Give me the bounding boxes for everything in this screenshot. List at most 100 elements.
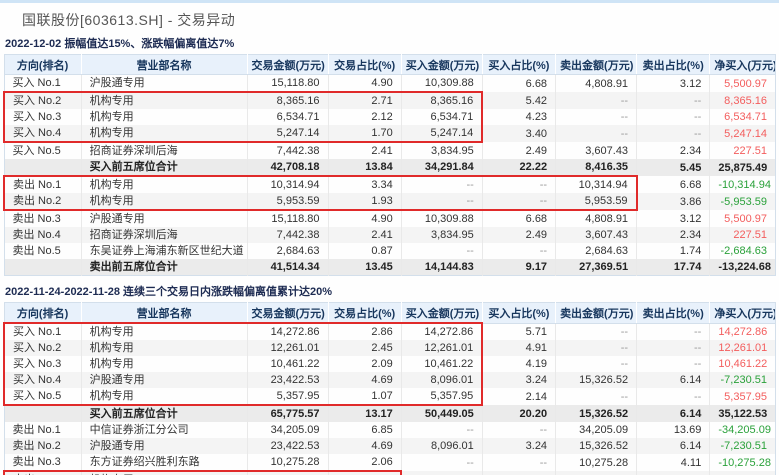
subtotal-row: 买入前五席位合计65,775.5713.1750,449.0520.2015,3… [4, 405, 776, 422]
value-cell: 3.24 [482, 372, 555, 388]
value-cell: 14,272.86 [247, 323, 328, 340]
value-cell: 3.12 [637, 75, 710, 93]
value-cell: 9.17 [482, 259, 555, 276]
value-cell: 65,775.57 [247, 405, 328, 422]
value-cell: 3.86 [637, 193, 710, 210]
value-cell: 2.45 [328, 340, 401, 356]
table-row: 买入 No.5机构专用5,357.951.075,357.952.14----5… [4, 388, 776, 405]
value-cell: -- [637, 388, 710, 405]
section-block: 2022-12-02 振幅值达15%、涨跌幅偏离值达7% 方向(排名)营业部名称… [3, 35, 776, 276]
value-cell: 10,314.94 [556, 176, 637, 193]
value-cell: 2.71 [328, 92, 401, 109]
value-cell: -- [637, 109, 710, 125]
value-cell: -- [637, 125, 710, 142]
value-cell: 10,314.94 [247, 176, 328, 193]
value-cell: -- [482, 471, 555, 475]
table-row: 卖出 No.4招商证券深圳后海7,442.382.413,834.952.493… [4, 227, 776, 243]
column-header: 卖出金额(万元) [556, 303, 637, 324]
value-cell: -- [482, 193, 555, 210]
net-cell: -5,953.59 [710, 193, 776, 210]
value-cell: -- [401, 422, 482, 438]
value-cell: 2.49 [482, 142, 555, 159]
value-cell: -- [482, 176, 555, 193]
value-cell: 2,684.63 [556, 243, 637, 259]
value-cell: 4.90 [328, 75, 401, 93]
column-header: 交易金额(万元) [247, 55, 328, 75]
value-cell: -- [482, 454, 555, 471]
direction-cell [4, 405, 81, 422]
value-cell: 4.23 [482, 109, 555, 125]
column-header: 卖出金额(万元) [556, 55, 637, 75]
direction-cell: 卖出 No.4 [4, 471, 81, 475]
direction-cell: 卖出 No.4 [4, 227, 81, 243]
value-cell: 8,096.01 [401, 372, 482, 388]
branch-cell: 机构专用 [81, 471, 247, 475]
value-cell: 3,607.43 [556, 142, 637, 159]
value-cell: 50,449.05 [401, 405, 482, 422]
value-cell: 5,357.95 [247, 388, 328, 405]
value-cell: 3.40 [482, 125, 555, 142]
value-cell: 3,607.43 [556, 227, 637, 243]
net-cell: -2,684.63 [710, 243, 776, 259]
value-cell: 27,369.51 [556, 259, 637, 276]
table-row: 买入 No.4沪股通专用23,422.534.698,096.013.2415,… [4, 372, 776, 388]
value-cell: 2.86 [328, 323, 401, 340]
value-cell: 0.87 [328, 243, 401, 259]
value-cell: 15,118.80 [247, 75, 328, 93]
value-cell: 5,357.95 [401, 388, 482, 405]
value-cell: 10,461.22 [247, 356, 328, 372]
direction-cell: 买入 No.1 [4, 75, 81, 93]
column-header: 净买入(万元) [710, 303, 776, 324]
value-cell: -- [556, 388, 637, 405]
value-cell: 4.69 [328, 438, 401, 454]
branch-cell: 机构专用 [81, 109, 247, 125]
branch-cell: 卖出前五席位合计 [81, 259, 247, 276]
direction-cell: 卖出 No.5 [4, 243, 81, 259]
value-cell: -- [556, 109, 637, 125]
table-header-row: 方向(排名)营业部名称交易金额(万元)交易占比(%)买入金额(万元)买入占比(%… [4, 55, 776, 75]
net-cell: 12,261.01 [710, 340, 776, 356]
value-cell: 4,808.91 [556, 210, 637, 227]
direction-cell: 卖出 No.1 [4, 422, 81, 438]
value-cell: 4.69 [328, 372, 401, 388]
table-row: 卖出 No.1机构专用10,314.943.34----10,314.946.6… [4, 176, 776, 193]
net-cell: 35,122.53 [710, 405, 776, 422]
column-header: 营业部名称 [81, 303, 247, 324]
value-cell: 2.06 [328, 454, 401, 471]
value-cell: -- [482, 243, 555, 259]
direction-cell: 买入 No.2 [4, 92, 81, 109]
value-cell: 10,461.22 [401, 356, 482, 372]
value-cell: -- [637, 92, 710, 109]
value-cell: -- [556, 340, 637, 356]
branch-cell: 沪股通专用 [81, 210, 247, 227]
value-cell: 6.85 [328, 422, 401, 438]
value-cell: 34,205.09 [247, 422, 328, 438]
value-cell: 7,442.38 [247, 227, 328, 243]
value-cell: 10,309.88 [401, 210, 482, 227]
value-cell: 8,096.01 [401, 438, 482, 454]
value-cell: 5,953.59 [556, 193, 637, 210]
value-cell: 15,326.52 [556, 372, 637, 388]
direction-cell: 卖出 No.1 [4, 176, 81, 193]
value-cell: 6.68 [482, 210, 555, 227]
value-cell: 10,309.88 [401, 75, 482, 93]
table-row: 买入 No.1机构专用14,272.862.8614,272.865.71---… [4, 323, 776, 340]
direction-cell: 买入 No.3 [4, 109, 81, 125]
value-cell: -- [556, 125, 637, 142]
table-row: 卖出 No.5东吴证券上海浦东新区世纪大道2,684.630.87----2,6… [4, 243, 776, 259]
value-cell: 5,247.14 [401, 125, 482, 142]
value-cell: 4.19 [482, 356, 555, 372]
table-row: 卖出 No.2沪股通专用23,422.534.698,096.013.2415,… [4, 438, 776, 454]
net-cell: 227.51 [710, 142, 776, 159]
table-row: 买入 No.3机构专用10,461.222.0910,461.224.19---… [4, 356, 776, 372]
value-cell: 1.70 [328, 125, 401, 142]
value-cell: 1.93 [328, 193, 401, 210]
value-cell: 8,365.16 [247, 92, 328, 109]
net-cell: 25,875.49 [710, 159, 776, 176]
table-row: 买入 No.2机构专用12,261.012.4512,261.014.91---… [4, 340, 776, 356]
trade-table: 方向(排名)营业部名称交易金额(万元)交易占比(%)买入金额(万元)买入占比(%… [3, 302, 776, 475]
branch-cell: 机构专用 [81, 176, 247, 193]
branch-cell: 机构专用 [81, 340, 247, 356]
branch-cell: 东方证券绍兴胜利东路 [81, 454, 247, 471]
branch-cell: 机构专用 [81, 323, 247, 340]
